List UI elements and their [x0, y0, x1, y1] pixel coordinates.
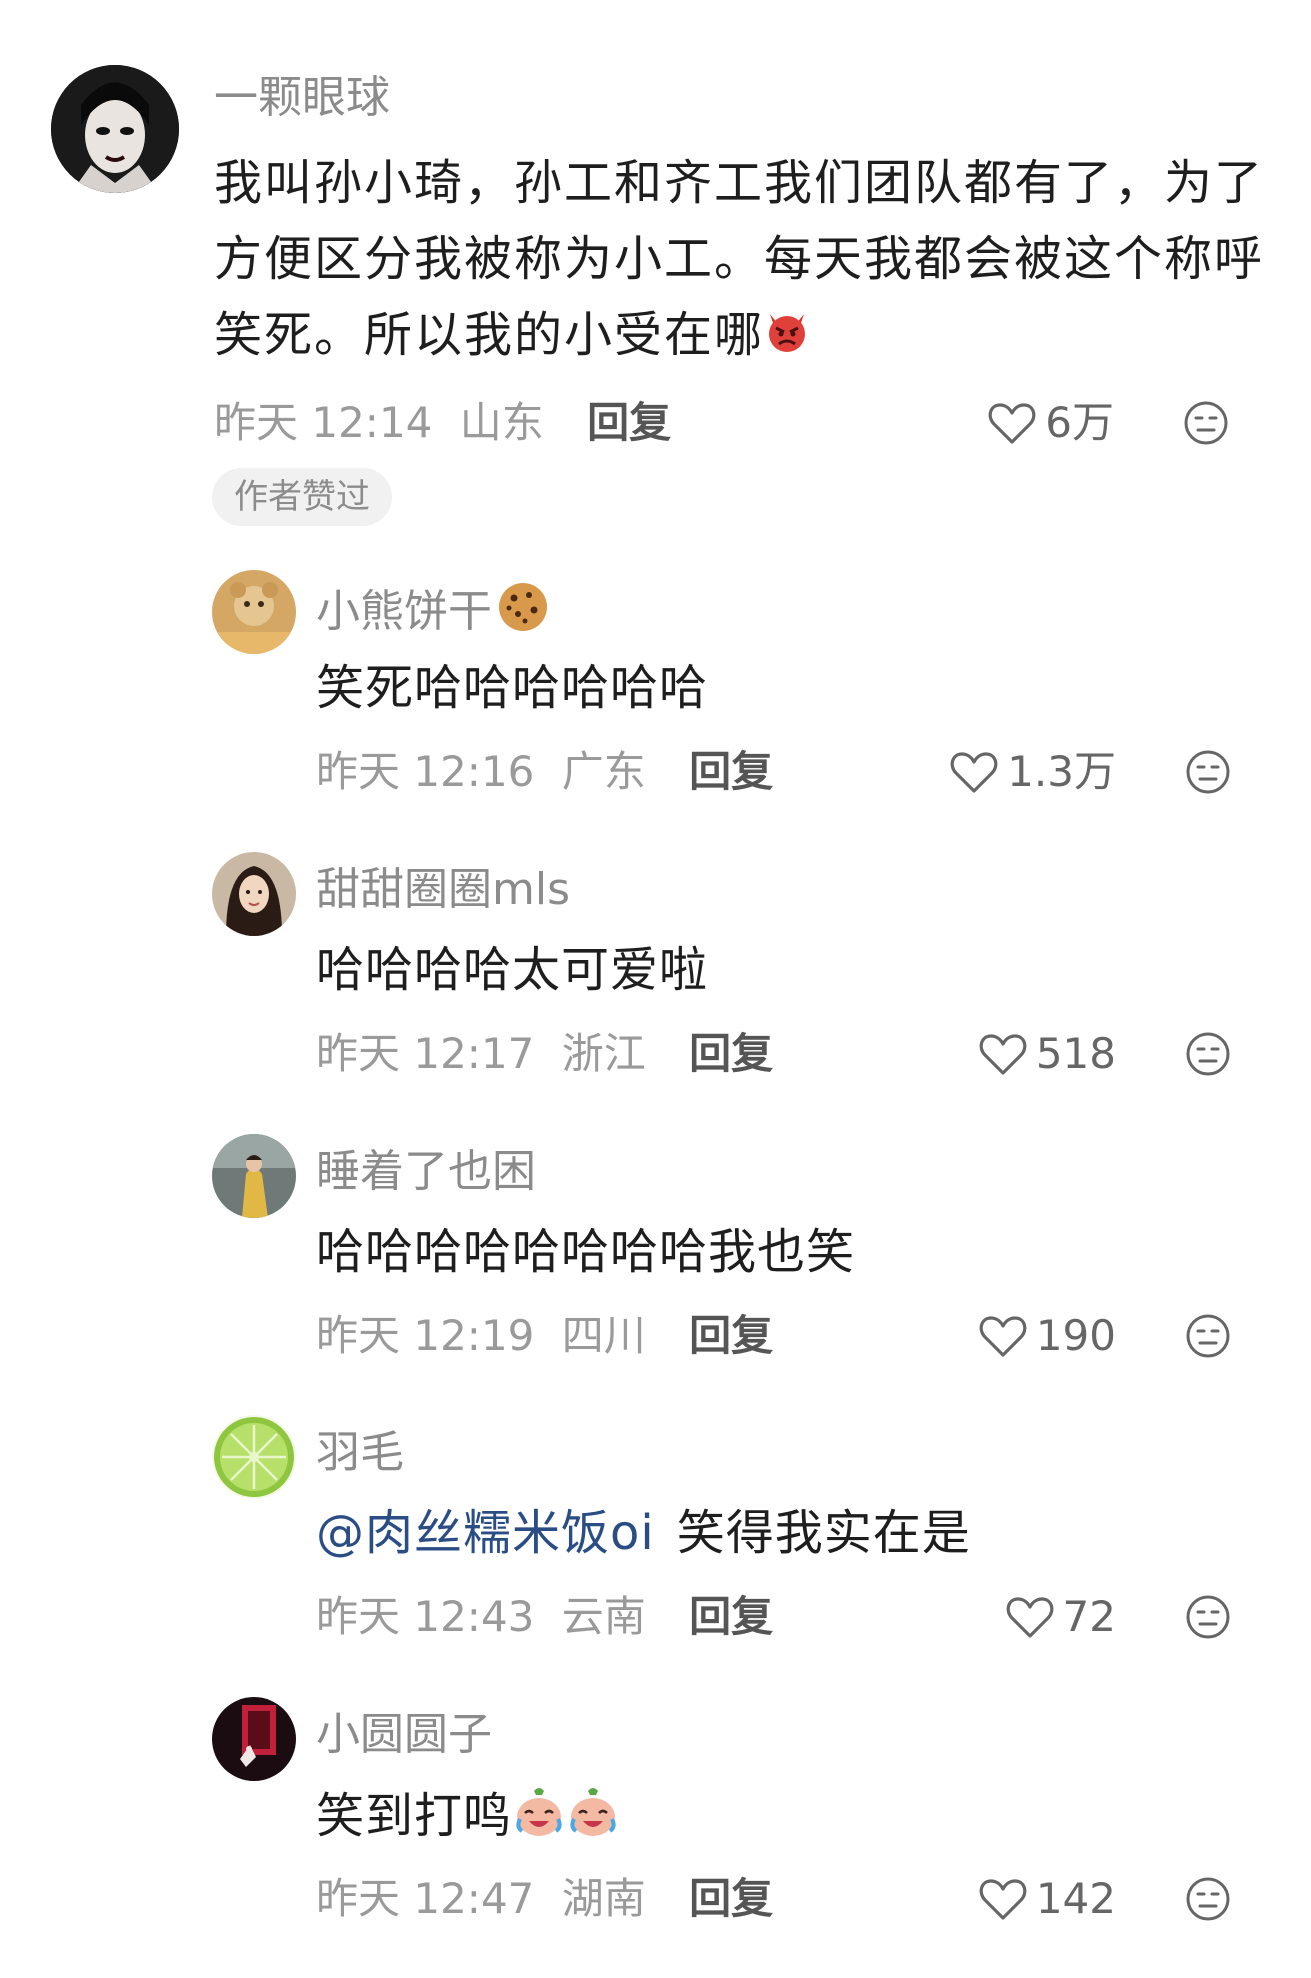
- location: 云南: [561, 1592, 646, 1641]
- reply-button[interactable]: 回复: [689, 1587, 773, 1647]
- username-text: 小熊饼干: [316, 586, 492, 637]
- heart-icon: [988, 403, 1036, 444]
- timestamp: 昨天 12:14: [214, 398, 433, 447]
- timestamp: 昨天 12:19: [316, 1311, 535, 1360]
- like-count: 72: [1062, 1592, 1116, 1641]
- comment-meta: 昨天 12:14 山东 回复 6万: [214, 393, 1244, 453]
- comment-thread: 一颗眼球 我叫孙小琦，孙工和齐工我们团队都有了，为了方便区分我被称为小工。每天我…: [0, 0, 1311, 1978]
- mention-link[interactable]: @肉丝糯米饭oi: [316, 1505, 655, 1561]
- avatar[interactable]: [212, 1134, 296, 1218]
- comment-meta: 昨天 12:17 浙江 回复 518: [316, 1024, 1246, 1084]
- heart-icon: [1006, 1597, 1053, 1638]
- avatar[interactable]: [51, 65, 179, 193]
- location: 四川: [561, 1311, 646, 1360]
- location: 山东: [459, 398, 544, 447]
- location: 湖南: [561, 1874, 646, 1923]
- like-button[interactable]: 518: [978, 1024, 1116, 1084]
- reply-button[interactable]: 回复: [587, 393, 671, 453]
- reply-comment: 羽毛 @肉丝糯米饭oi 笑得我实在是 昨天 12:43 云南 回复 72: [0, 1415, 1311, 1685]
- reply-button[interactable]: 回复: [689, 742, 773, 802]
- angry-devil-emoji-icon: [764, 300, 810, 376]
- reply-text: 笑死哈哈哈哈哈哈: [316, 660, 709, 716]
- username[interactable]: 睡着了也困: [316, 1144, 536, 1200]
- avatar[interactable]: [212, 852, 296, 936]
- reply-text-body: 笑得我实在是: [676, 1505, 971, 1561]
- reply-button[interactable]: 回复: [689, 1024, 773, 1084]
- heart-icon: [979, 1034, 1027, 1075]
- username[interactable]: 一颗眼球: [214, 70, 390, 126]
- comment-meta: 昨天 12:43 云南 回复 72: [316, 1587, 1246, 1647]
- avatar[interactable]: [212, 1697, 296, 1781]
- username[interactable]: 小圆圆子: [316, 1707, 492, 1763]
- username[interactable]: 小熊饼干: [316, 580, 550, 648]
- reply-button[interactable]: 回复: [689, 1869, 773, 1929]
- reply-text-body: 笑到打鸣: [316, 1788, 513, 1844]
- dislike-face-icon[interactable]: [1184, 1030, 1232, 1078]
- dislike-face-icon[interactable]: [1184, 1875, 1232, 1923]
- like-count: 1.3万: [1007, 747, 1116, 796]
- heart-icon: [979, 1879, 1027, 1920]
- comment-meta: 昨天 12:19 四川 回复 190: [316, 1306, 1246, 1366]
- comment-text: 我叫孙小琦，孙工和齐工我们团队都有了，为了方便区分我被称为小工。每天我都会被这个…: [214, 145, 1274, 376]
- dislike-face-icon[interactable]: [1184, 1312, 1232, 1360]
- avatar[interactable]: [212, 570, 296, 654]
- crying-laughing-emoji-icon: [512, 1785, 566, 1853]
- reply-comment: 小熊饼干 笑死哈哈哈哈哈哈 昨天 12:16 广东 回复 1.3万: [0, 570, 1311, 840]
- like-button[interactable]: 142: [978, 1869, 1116, 1929]
- heart-icon: [950, 752, 998, 793]
- like-count: 6万: [1045, 398, 1114, 447]
- reply-comment: 甜甜圈圈mls 哈哈哈哈太可爱啦 昨天 12:17 浙江 回复 518: [0, 852, 1311, 1122]
- like-button[interactable]: 190: [978, 1306, 1116, 1366]
- comment-meta: 昨天 12:16 广东 回复 1.3万: [316, 742, 1246, 802]
- dislike-face-icon[interactable]: [1184, 1593, 1232, 1641]
- like-button[interactable]: 1.3万: [949, 742, 1116, 802]
- location: 浙江: [561, 1029, 646, 1078]
- author-liked-badge: 作者赞过: [212, 468, 392, 526]
- crying-laughing-emoji-icon: [566, 1785, 620, 1853]
- location: 广东: [561, 747, 646, 796]
- reply-comment: 睡着了也困 哈哈哈哈哈哈哈哈我也笑 昨天 12:19 四川 回复 190: [0, 1134, 1311, 1404]
- reply-text: 笑到打鸣: [316, 1785, 620, 1853]
- avatar[interactable]: [212, 1415, 296, 1499]
- comment-text-body: 我叫孙小琦，孙工和齐工我们团队都有了，为了方便区分我被称为小工。每天我都会被这个…: [214, 155, 1265, 363]
- like-button[interactable]: 6万: [987, 393, 1114, 453]
- timestamp: 昨天 12:47: [316, 1874, 535, 1923]
- dislike-face-icon[interactable]: [1184, 748, 1232, 796]
- username[interactable]: 羽毛: [316, 1425, 404, 1481]
- timestamp: 昨天 12:43: [316, 1592, 535, 1641]
- like-button[interactable]: 72: [1005, 1587, 1116, 1647]
- username[interactable]: 甜甜圈圈mls: [316, 862, 570, 918]
- like-count: 190: [1035, 1311, 1116, 1360]
- timestamp: 昨天 12:17: [316, 1029, 535, 1078]
- reply-text: 哈哈哈哈哈哈哈哈我也笑: [316, 1224, 856, 1280]
- like-count: 518: [1035, 1029, 1116, 1078]
- reply-text: @肉丝糯米饭oi 笑得我实在是: [316, 1503, 971, 1563]
- reply-button[interactable]: 回复: [689, 1306, 773, 1366]
- heart-icon: [979, 1316, 1027, 1357]
- dislike-face-icon[interactable]: [1182, 399, 1230, 447]
- reply-text: 哈哈哈哈太可爱啦: [316, 942, 709, 998]
- like-count: 142: [1035, 1874, 1116, 1923]
- timestamp: 昨天 12:16: [316, 747, 535, 796]
- comment-meta: 昨天 12:47 湖南 回复 142: [316, 1869, 1246, 1929]
- reply-comment: 小圆圆子 笑到打鸣 昨天 12:47 湖南 回复 142: [0, 1697, 1311, 1967]
- cookie-emoji-icon: [496, 580, 550, 648]
